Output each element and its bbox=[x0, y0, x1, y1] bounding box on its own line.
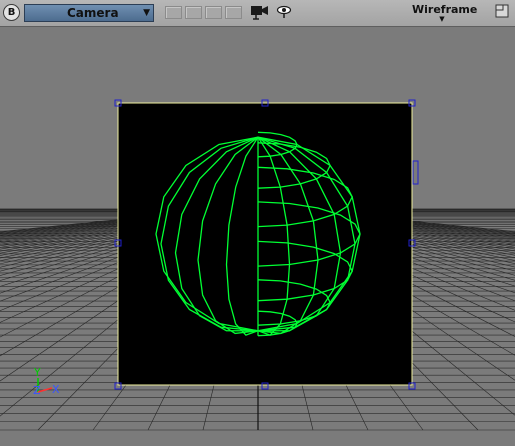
eye-icon[interactable] bbox=[276, 5, 292, 19]
viewport-toolbar: B Camera ▼ Wireframe ▼ bbox=[0, 0, 515, 27]
layer-slot-1[interactable] bbox=[165, 6, 182, 19]
dropdown-arrow-icon: ▼ bbox=[439, 15, 445, 23]
camera-select-label: Camera bbox=[67, 6, 119, 20]
3d-viewport[interactable]: Y Z X bbox=[0, 27, 515, 446]
axis-y-label: Y bbox=[33, 366, 41, 379]
camera-icon[interactable] bbox=[250, 4, 270, 20]
camera-select[interactable]: Camera ▼ bbox=[24, 4, 154, 22]
view-menu-button[interactable]: B bbox=[3, 4, 20, 21]
frame-side-handle[interactable] bbox=[412, 160, 419, 185]
maximize-icon[interactable] bbox=[495, 4, 509, 18]
layer-slot-2[interactable] bbox=[185, 6, 202, 19]
axis-x-label: X bbox=[52, 383, 60, 396]
axis-z-label: Z bbox=[33, 384, 41, 397]
layer-slot-4[interactable] bbox=[225, 6, 242, 19]
shading-mode-select[interactable]: Wireframe ▼ bbox=[412, 4, 477, 23]
dropdown-arrow-icon: ▼ bbox=[143, 8, 150, 18]
layer-slot-3[interactable] bbox=[205, 6, 222, 19]
camera-frame[interactable] bbox=[117, 102, 413, 386]
